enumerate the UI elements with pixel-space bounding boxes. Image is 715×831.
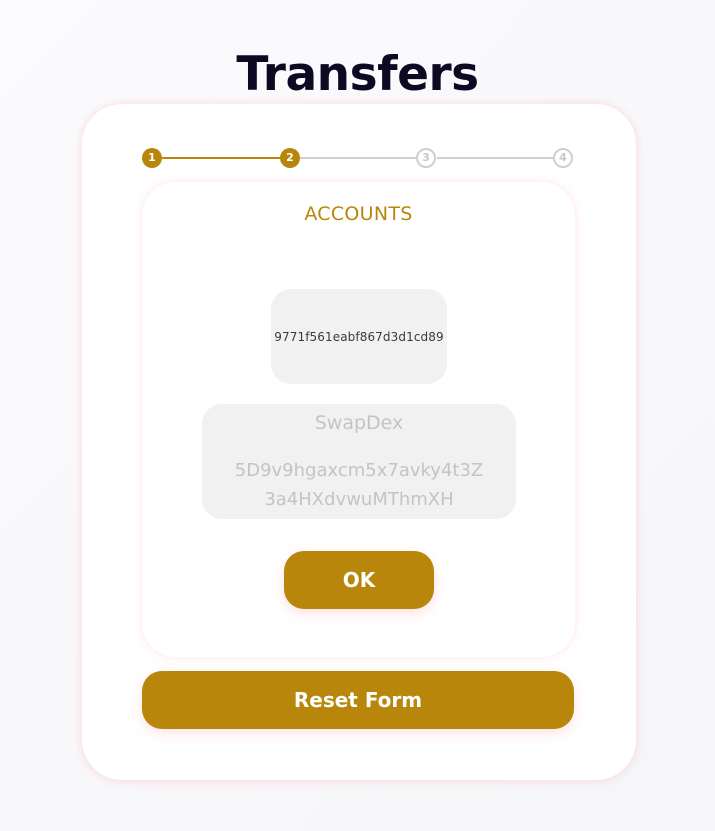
step-3-indicator[interactable]: 3 [416,148,436,168]
stepper: 1 2 3 4 [82,104,636,184]
ok-button[interactable]: OK [284,551,434,609]
account-address: 5D9v9hgaxcm5x7avky4t3Z3a4HXdvwuMThmXH [234,460,484,510]
selected-address-field[interactable]: 9771f561eabf867d3d1cd89 [271,289,447,384]
transfer-form-card: 1 2 3 4 ACCOUNTS 9771f561eabf867d3d1cd89… [82,104,636,780]
page-title: Transfers [236,47,479,103]
accounts-step-panel: ACCOUNTS 9771f561eabf867d3d1cd89 SwapDex… [142,182,575,657]
step-connector-2-3 [300,157,428,159]
step-4-indicator[interactable]: 4 [553,148,573,168]
selected-address-text: 9771f561eabf867d3d1cd89 [274,329,444,344]
reset-form-button[interactable]: Reset Form [142,671,574,729]
step-2-indicator[interactable]: 2 [280,148,300,168]
account-name: SwapDex [314,412,404,434]
step-connector-1-2 [162,157,290,159]
section-title: ACCOUNTS [304,203,413,225]
account-option[interactable]: SwapDex 5D9v9hgaxcm5x7avky4t3Z3a4HXdvwuM… [202,404,516,519]
step-connector-3-4 [437,157,565,159]
step-1-indicator[interactable]: 1 [142,148,162,168]
